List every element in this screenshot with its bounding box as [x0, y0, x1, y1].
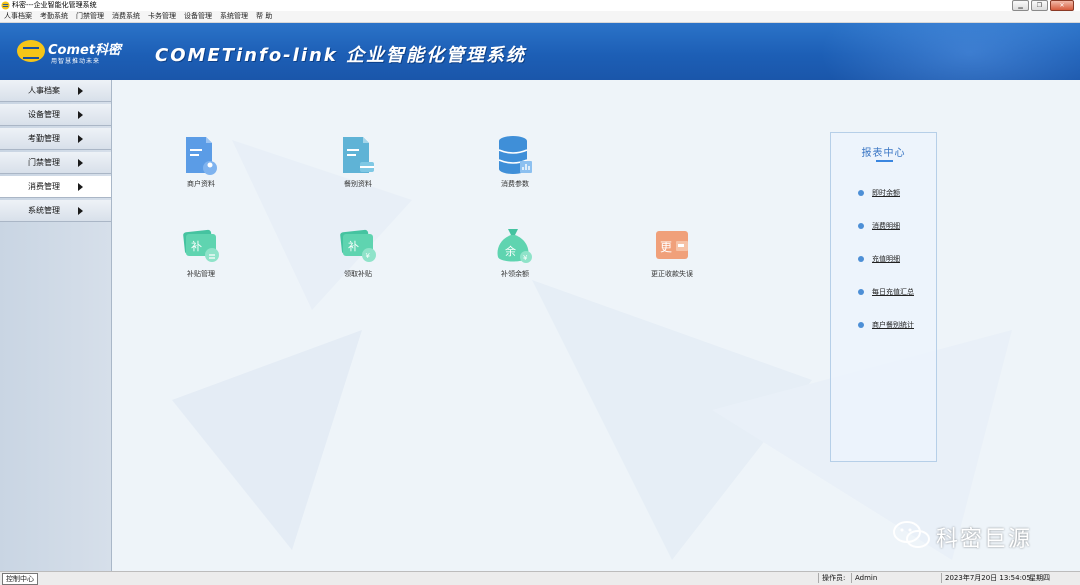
- logo-slogan: 用智慧推动未来: [51, 58, 101, 65]
- bullet-icon: [858, 289, 864, 295]
- menu-system[interactable]: 系统管理: [216, 11, 252, 22]
- app-icon: [1, 1, 10, 10]
- svg-text:补: 补: [191, 240, 202, 253]
- report-link-label: 充值明细: [872, 255, 900, 263]
- arrow-right-icon: [78, 87, 83, 95]
- document-icon: [343, 137, 374, 173]
- report-link-label: 消费明细: [872, 222, 900, 230]
- sidebar-item-access-control[interactable]: 门禁管理: [0, 152, 111, 174]
- sidebar-item-label: 消费管理: [28, 182, 60, 191]
- sidebar: 人事档案 设备管理 考勤管理 门禁管理 消费管理 系统管理: [0, 80, 112, 571]
- tile-receive-subsidy[interactable]: 补 ¥ 领取补贴: [312, 225, 402, 285]
- tile-label: 更正收款失误: [651, 270, 693, 278]
- arrow-right-icon: [78, 207, 83, 215]
- sidebar-item-device[interactable]: 设备管理: [0, 104, 111, 126]
- menu-device[interactable]: 设备管理: [180, 11, 216, 22]
- sidebar-item-consumption[interactable]: 消费管理: [0, 176, 111, 198]
- sidebar-item-personnel[interactable]: 人事档案: [0, 80, 111, 102]
- bullet-icon: [858, 322, 864, 328]
- arrow-right-icon: [78, 159, 83, 167]
- arrow-right-icon: [78, 135, 83, 143]
- watermark: 科密巨源: [892, 518, 1052, 554]
- bullet-icon: [858, 190, 864, 196]
- status-datetime: 2023年7月20日 13:54:05: [941, 573, 1034, 583]
- sidebar-item-label: 考勤管理: [28, 134, 60, 143]
- report-link-consumption-details[interactable]: 消费明细: [858, 220, 938, 232]
- report-link-label: 商户餐别统计: [872, 321, 914, 329]
- menu-attendance[interactable]: 考勤系统: [36, 11, 72, 22]
- tile-label: 领取补贴: [344, 270, 372, 278]
- system-title: COMETinfo-link 企业智能化管理系统: [155, 45, 527, 66]
- report-link-label: 即时余额: [872, 189, 900, 197]
- control-center-tab[interactable]: 控制中心: [2, 573, 38, 585]
- minimize-button[interactable]: ▁: [1012, 0, 1029, 11]
- svg-text:余: 余: [505, 244, 516, 258]
- menu-access-control[interactable]: 门禁管理: [72, 11, 108, 22]
- tile-label: 补贴管理: [187, 270, 215, 278]
- svg-text:¥: ¥: [366, 252, 371, 260]
- menu-bar: 人事档案 考勤系统 门禁管理 消费系统 卡务管理 设备管理 系统管理 帮 助: [0, 11, 1080, 23]
- report-center-panel: 报表中心 即时余额 消费明细 充值明细 每日充值汇总 商户餐别统计: [830, 132, 937, 462]
- svg-text:更: 更: [660, 240, 672, 254]
- report-link-daily-recharge-summary[interactable]: 每日充值汇总: [858, 286, 938, 298]
- tile-meal-info[interactable]: 餐别资料: [312, 135, 402, 195]
- subsidy-icon: 补 ¥: [340, 229, 376, 262]
- restore-button[interactable]: ❐: [1031, 0, 1048, 11]
- logo-badge-icon: [17, 40, 45, 62]
- window-title: 科密---企业智能化管理系统: [12, 1, 97, 9]
- sidebar-item-label: 设备管理: [28, 110, 60, 119]
- bullet-icon: [858, 223, 864, 229]
- report-link-instant-balance[interactable]: 即时余额: [858, 187, 938, 199]
- sidebar-item-label: 门禁管理: [28, 158, 60, 167]
- window-title-bar: 科密---企业智能化管理系统 ▁ ❐ ✕: [0, 0, 1080, 11]
- database-icon: [498, 136, 532, 174]
- menu-consumption[interactable]: 消费系统: [108, 11, 144, 22]
- report-center-title: 报表中心: [861, 148, 906, 159]
- tile-label: 餐别资料: [344, 180, 372, 188]
- watermark-text: 科密巨源: [936, 527, 1033, 552]
- status-weekday: 星期四: [1029, 574, 1050, 582]
- correction-icon: 更: [656, 231, 688, 259]
- tile-subsidy-management[interactable]: 补 补贴管理: [155, 225, 245, 285]
- tile-correct-payment-error[interactable]: 更 更正收款失误: [626, 225, 716, 285]
- header-banner: Comet科密 用智慧推动未来 COMETinfo-link 企业智能化管理系统: [0, 23, 1080, 80]
- menu-help[interactable]: 帮 助: [252, 11, 276, 22]
- svg-text:补: 补: [348, 240, 359, 253]
- operator-label: 操作员:: [818, 573, 848, 583]
- menu-personnel[interactable]: 人事档案: [0, 11, 36, 22]
- sidebar-item-label: 人事档案: [28, 86, 60, 95]
- svg-text:¥: ¥: [523, 254, 528, 262]
- operator-name: Admin: [851, 573, 898, 583]
- tile-label: 商户资料: [187, 180, 215, 188]
- sidebar-item-label: 系统管理: [28, 206, 60, 215]
- sidebar-item-attendance[interactable]: 考勤管理: [0, 128, 111, 150]
- wechat-icon: [893, 521, 930, 548]
- sidebar-item-system[interactable]: 系统管理: [0, 200, 111, 222]
- report-link-label: 每日充值汇总: [872, 288, 914, 296]
- banner-glow: [820, 23, 1080, 80]
- tile-merchant-info[interactable]: 商户资料: [155, 135, 245, 195]
- menu-card-service[interactable]: 卡务管理: [144, 11, 180, 22]
- arrow-right-icon: [78, 111, 83, 119]
- bullet-icon: [858, 256, 864, 262]
- report-link-merchant-meal-stats[interactable]: 商户餐别统计: [858, 319, 938, 331]
- tile-consumption-params[interactable]: 消费参数: [469, 135, 559, 195]
- report-link-recharge-details[interactable]: 充值明细: [858, 253, 938, 265]
- subsidy-icon: 补: [183, 229, 219, 262]
- close-button[interactable]: ✕: [1050, 0, 1074, 11]
- title-underline: [876, 160, 893, 162]
- comet-logo: Comet科密 用智慧推动未来: [17, 38, 122, 68]
- tile-reclaim-balance[interactable]: 余 ¥ 补领余额: [469, 225, 559, 285]
- arrow-right-icon: [78, 183, 83, 191]
- main-content: 商户资料 餐别资料 消费参数 补 补贴管理 补 ¥ 领取补贴 余 ¥ 补领余额 …: [112, 80, 1080, 571]
- document-icon: [186, 137, 217, 175]
- tile-label: 消费参数: [501, 180, 529, 188]
- tile-label: 补领余额: [501, 270, 529, 278]
- money-bag-icon: 余 ¥: [497, 229, 532, 263]
- status-bar: 控制中心 操作员: Admin 2023年7月20日 13:54:05 星期四: [0, 571, 1080, 585]
